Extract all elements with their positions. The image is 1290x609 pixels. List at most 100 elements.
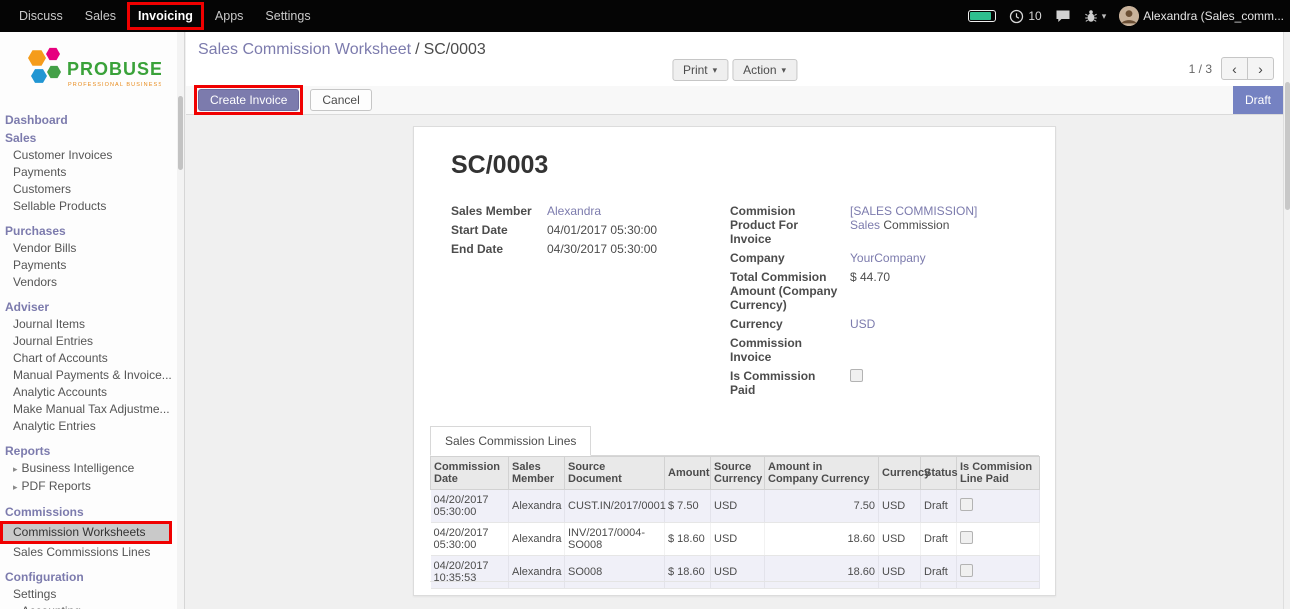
sidebar-header-reports[interactable]: Reports <box>0 442 184 460</box>
pager-next-button[interactable]: › <box>1247 57 1274 80</box>
sidebar-header-purchases[interactable]: Purchases <box>0 222 184 240</box>
annotation-highlight: Create Invoice <box>194 85 303 115</box>
debug-menu[interactable]: ▾ <box>1084 9 1107 23</box>
field-label-is-commission-paid: Is Commission Paid <box>730 369 850 397</box>
sidebar-header-commissions[interactable]: Commissions <box>0 503 184 521</box>
create-invoice-button[interactable]: Create Invoice <box>198 89 299 111</box>
menu-invoicing[interactable]: Invoicing <box>127 2 204 30</box>
menu-apps[interactable]: Apps <box>204 0 255 32</box>
col-header-commission-date[interactable]: Commission Date <box>431 457 509 490</box>
menu-discuss[interactable]: Discuss <box>8 0 74 32</box>
user-name: Alexandra (Sales_comm... <box>1143 9 1284 23</box>
status-badge-draft[interactable]: Draft <box>1233 86 1283 114</box>
commission-product-rest: Commission <box>883 218 949 232</box>
action-dropdown-button[interactable]: Action▾ <box>732 59 797 81</box>
sidebar-item-settings[interactable]: Settings <box>0 586 184 603</box>
activity-menu[interactable]: 10 <box>1009 9 1041 24</box>
hexagon-orange <box>28 50 46 66</box>
sidebar-item-payments-purchase[interactable]: Payments <box>0 257 184 274</box>
chevron-down-icon: ▾ <box>713 65 718 76</box>
sidebar-item-sellable-products[interactable]: Sellable Products <box>0 198 184 215</box>
pager-previous-button[interactable]: ‹ <box>1221 57 1248 80</box>
sidebar-item-customer-invoices[interactable]: Customer Invoices <box>0 147 184 164</box>
is-commission-paid-checkbox <box>850 369 863 382</box>
col-header-source-document[interactable]: Source Document <box>565 457 665 490</box>
sidebar-item-commission-worksheets[interactable]: Commission Worksheets <box>0 521 172 544</box>
sidebar-item-analytic-accounts[interactable]: Analytic Accounts <box>0 384 184 401</box>
sidebar-scrollbar[interactable] <box>177 32 184 609</box>
sidebar-item-customers[interactable]: Customers <box>0 181 184 198</box>
col-header-status[interactable]: Status <box>921 457 957 490</box>
sidebar-item-journal-entries[interactable]: Journal Entries <box>0 333 184 350</box>
page-scrollbar[interactable] <box>1283 32 1290 609</box>
scrollbar-thumb[interactable] <box>178 96 183 170</box>
line-paid-checkbox <box>960 531 973 544</box>
col-header-source-currency[interactable]: Source Currency <box>711 457 765 490</box>
sidebar-item-business-intelligence[interactable]: ▸Business Intelligence <box>0 460 184 478</box>
hexagon-green <box>47 66 61 78</box>
sidebar-item-manual-payments[interactable]: Manual Payments & Invoice... <box>0 367 184 384</box>
sidebar-header-configuration[interactable]: Configuration <box>0 568 184 586</box>
cancel-button[interactable]: Cancel <box>310 89 371 111</box>
menu-sales[interactable]: Sales <box>74 0 127 32</box>
line-paid-checkbox <box>960 564 973 577</box>
brand-text: PROBUSE <box>67 59 161 79</box>
chevron-right-icon: ▸ <box>13 482 18 492</box>
sidebar-item-accounting[interactable]: ▸Accounting <box>0 603 184 609</box>
table-row[interactable]: 04/20/2017 05:30:00AlexandraCUST.IN/2017… <box>431 490 1040 523</box>
sidebar-item-analytic-entries[interactable]: Analytic Entries <box>0 418 184 435</box>
field-label-commission-product: Commision Product For Invoice <box>730 204 850 246</box>
sidebar-item-journal-items[interactable]: Journal Items <box>0 316 184 333</box>
chevron-right-icon: ▸ <box>13 464 18 474</box>
hexagon-blue <box>31 69 47 83</box>
currency-link[interactable]: USD <box>850 317 875 331</box>
sidebar-item-vendors[interactable]: Vendors <box>0 274 184 291</box>
sidebar-header-dashboard[interactable]: Dashboard <box>0 111 184 129</box>
user-menu[interactable]: Alexandra (Sales_comm... <box>1119 6 1284 26</box>
sheet-separator <box>430 581 1039 582</box>
table-row[interactable]: 04/20/2017 05:30:00AlexandraINV/2017/000… <box>431 523 1040 556</box>
chat-bubble-icon <box>1055 9 1071 23</box>
col-header-is-paid[interactable]: Is Commision Line Paid <box>957 457 1040 490</box>
menu-settings[interactable]: Settings <box>254 0 321 32</box>
messages-menu[interactable] <box>1055 9 1071 23</box>
breadcrumb: Sales Commission Worksheet/SC/0003 <box>198 41 486 59</box>
record-title: SC/0003 <box>451 151 1039 180</box>
field-label-company: Company <box>730 251 850 265</box>
breadcrumb-current: SC/0003 <box>424 41 486 58</box>
sidebar-item-payments[interactable]: Payments <box>0 164 184 181</box>
tab-sales-commission-lines[interactable]: Sales Commission Lines <box>430 426 591 456</box>
form-sheet: SC/0003 Sales Member Alexandra Start Dat… <box>413 126 1056 596</box>
col-header-sales-member[interactable]: Sales Member <box>509 457 565 490</box>
breadcrumb-parent[interactable]: Sales Commission Worksheet <box>198 41 411 58</box>
company-link[interactable]: YourCompany <box>850 251 926 265</box>
sidebar-item-tax-adjustment[interactable]: Make Manual Tax Adjustme... <box>0 401 184 418</box>
field-label-currency: Currency <box>730 317 850 331</box>
field-group-left: Sales Member Alexandra Start Date 04/01/… <box>451 204 730 402</box>
table-row[interactable]: 04/20/2017 10:35:53AlexandraSO008 $ 18.6… <box>431 556 1040 589</box>
scrollbar-thumb[interactable] <box>1285 82 1290 210</box>
topbar: Discuss Sales Invoicing Apps Settings 10 <box>0 0 1290 32</box>
print-dropdown-button[interactable]: Print▾ <box>672 59 728 81</box>
sidebar-item-vendor-bills[interactable]: Vendor Bills <box>0 240 184 257</box>
col-header-currency[interactable]: Currency <box>879 457 921 490</box>
field-label-sales-member: Sales Member <box>451 204 547 218</box>
hexagon-pink <box>46 48 60 60</box>
form-view: SC/0003 Sales Member Alexandra Start Dat… <box>186 115 1283 609</box>
sidebar: PROBUSE PROFESSIONAL BUSINESS Dashboard … <box>0 32 185 609</box>
sidebar-item-pdf-reports[interactable]: ▸PDF Reports <box>0 478 184 496</box>
activity-count: 10 <box>1028 9 1041 23</box>
control-panel: Sales Commission Worksheet/SC/0003 Print… <box>186 32 1283 86</box>
field-label-total-commission: Total Commision Amount (Company Currency… <box>730 270 850 312</box>
sidebar-item-sales-commissions-lines[interactable]: Sales Commissions Lines <box>0 544 184 561</box>
pager: 1 / 3 ‹ › <box>1189 57 1274 80</box>
sidebar-item-chart-of-accounts[interactable]: Chart of Accounts <box>0 350 184 367</box>
sidebar-header-adviser[interactable]: Adviser <box>0 298 184 316</box>
field-label-commission-invoice: Commission Invoice <box>730 336 850 364</box>
col-header-amount-company[interactable]: Amount in Company Currency <box>765 457 879 490</box>
table-header-row: Commission Date Sales Member Source Docu… <box>431 457 1040 490</box>
col-header-amount[interactable]: Amount <box>665 457 711 490</box>
sales-member-link[interactable]: Alexandra <box>547 204 601 218</box>
sidebar-header-sales[interactable]: Sales <box>0 129 184 147</box>
field-label-end-date: End Date <box>451 242 547 256</box>
